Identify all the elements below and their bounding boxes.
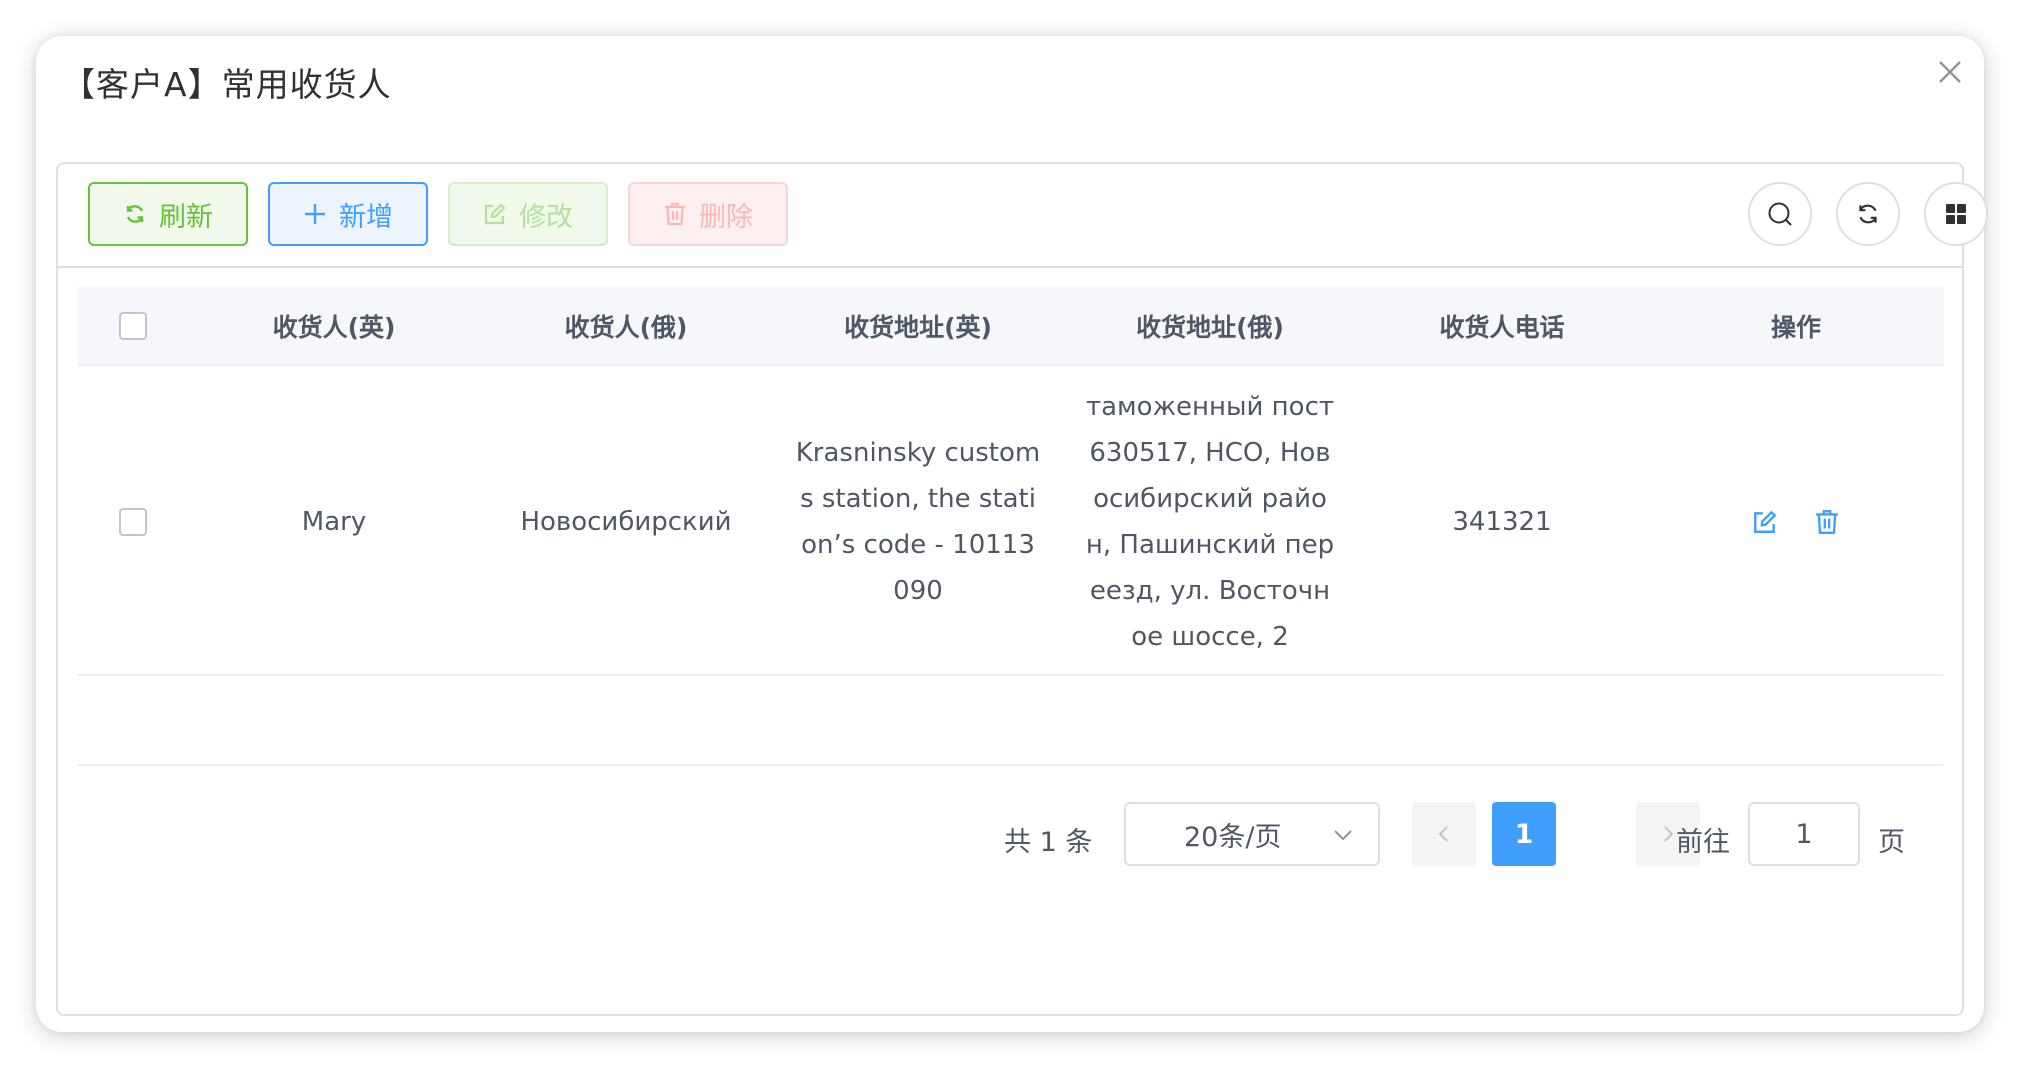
edit-icon [1754, 510, 1777, 533]
header-address-ru[interactable]: 收货地址(俄) [1064, 286, 1356, 366]
cell-consignee-en: Mary [301, 507, 367, 537]
trash-icon [665, 202, 685, 226]
header-consignee-en[interactable]: 收货人(英) [188, 286, 480, 366]
table-row[interactable]: Mary Новосибирский Krasninsky customs st… [78, 368, 1944, 676]
cell-actions [1648, 368, 1944, 676]
edit-label: 修改 [519, 201, 573, 233]
grid-icon [1946, 204, 1966, 224]
dialog-title: 【客户A】常用收货人 [62, 65, 392, 104]
header-phone[interactable]: 收货人电话 [1356, 286, 1648, 366]
toolbar: 刷新 新增 修改 删除 [58, 164, 1988, 268]
goto-page-input[interactable] [1748, 802, 1860, 866]
pagination-total: 共 1 条 [1004, 827, 1093, 858]
consignee-panel: 刷新 新增 修改 删除 收货人(英) 收货人(俄) 收货地址(英) 收货地址(俄… [56, 162, 1988, 1016]
cell-address-ru-wrap: таможенный пост 630517, НСО, Новосибирск… [1064, 368, 1356, 676]
chevron-right-icon [1664, 826, 1674, 842]
chevron-down-icon [1334, 830, 1352, 841]
refresh-icon [126, 205, 144, 223]
goto-suffix: 页 [1878, 827, 1905, 858]
row-delete-button[interactable] [1814, 509, 1840, 535]
edit-button[interactable]: 修改 [448, 182, 608, 246]
reload-icon [1859, 204, 1877, 224]
edit-icon [484, 203, 506, 225]
cell-address-en-wrap: Krasninsky customs station, the station’… [772, 368, 1064, 676]
reload-button[interactable] [1836, 182, 1900, 246]
close-icon [1939, 61, 1961, 83]
cell-phone: 341321 [1452, 507, 1552, 537]
page-size-select[interactable]: 20条/页 [1124, 802, 1380, 866]
select-all-checkbox[interactable] [119, 312, 147, 340]
refresh-label: 刷新 [159, 201, 213, 233]
delete-button[interactable]: 删除 [628, 182, 788, 246]
row-edit-button[interactable] [1752, 509, 1778, 535]
add-button[interactable]: 新增 [268, 182, 428, 246]
trash-icon [1816, 509, 1838, 535]
row-cell-select [78, 368, 188, 676]
pagination: 共 1 条 20条/页 1 前往 页 [58, 764, 1962, 914]
plus-icon [305, 204, 325, 224]
search-toggle-button[interactable] [1748, 182, 1812, 246]
refresh-button[interactable]: 刷新 [88, 182, 248, 246]
page-size-value: 20条/页 [1184, 821, 1282, 853]
header-actions: 操作 [1770, 313, 1821, 342]
delete-label: 删除 [699, 201, 753, 233]
search-icon [1768, 202, 1792, 226]
close-button[interactable] [1932, 54, 1968, 90]
goto-label: 前往 [1676, 827, 1730, 858]
table-header: 收货人(英) 收货人(俄) 收货地址(英) 收货地址(俄) 收货人电话 操作 [78, 286, 1944, 366]
header-cell-select [78, 286, 188, 366]
row-checkbox[interactable] [119, 508, 147, 536]
columns-button[interactable] [1924, 182, 1988, 246]
consignee-dialog: 【客户A】常用收货人 刷新 新增 修改 删除 收货人(英) 收货人(俄) 收货地… [36, 36, 1988, 1032]
prev-page-button[interactable] [1412, 802, 1476, 866]
cell-address-en: Krasninsky customs station, the station’… [795, 438, 1041, 606]
cell-consignee-ru: Новосибирский [520, 507, 732, 537]
page-number-current[interactable]: 1 [1492, 802, 1556, 866]
add-label: 新增 [339, 201, 393, 233]
cell-address-ru: таможенный пост 630517, НСО, Новосибирск… [1085, 392, 1335, 652]
chevron-left-icon [1438, 826, 1448, 842]
header-consignee-ru[interactable]: 收货人(俄) [480, 286, 772, 366]
header-address-en[interactable]: 收货地址(英) [772, 286, 1064, 366]
